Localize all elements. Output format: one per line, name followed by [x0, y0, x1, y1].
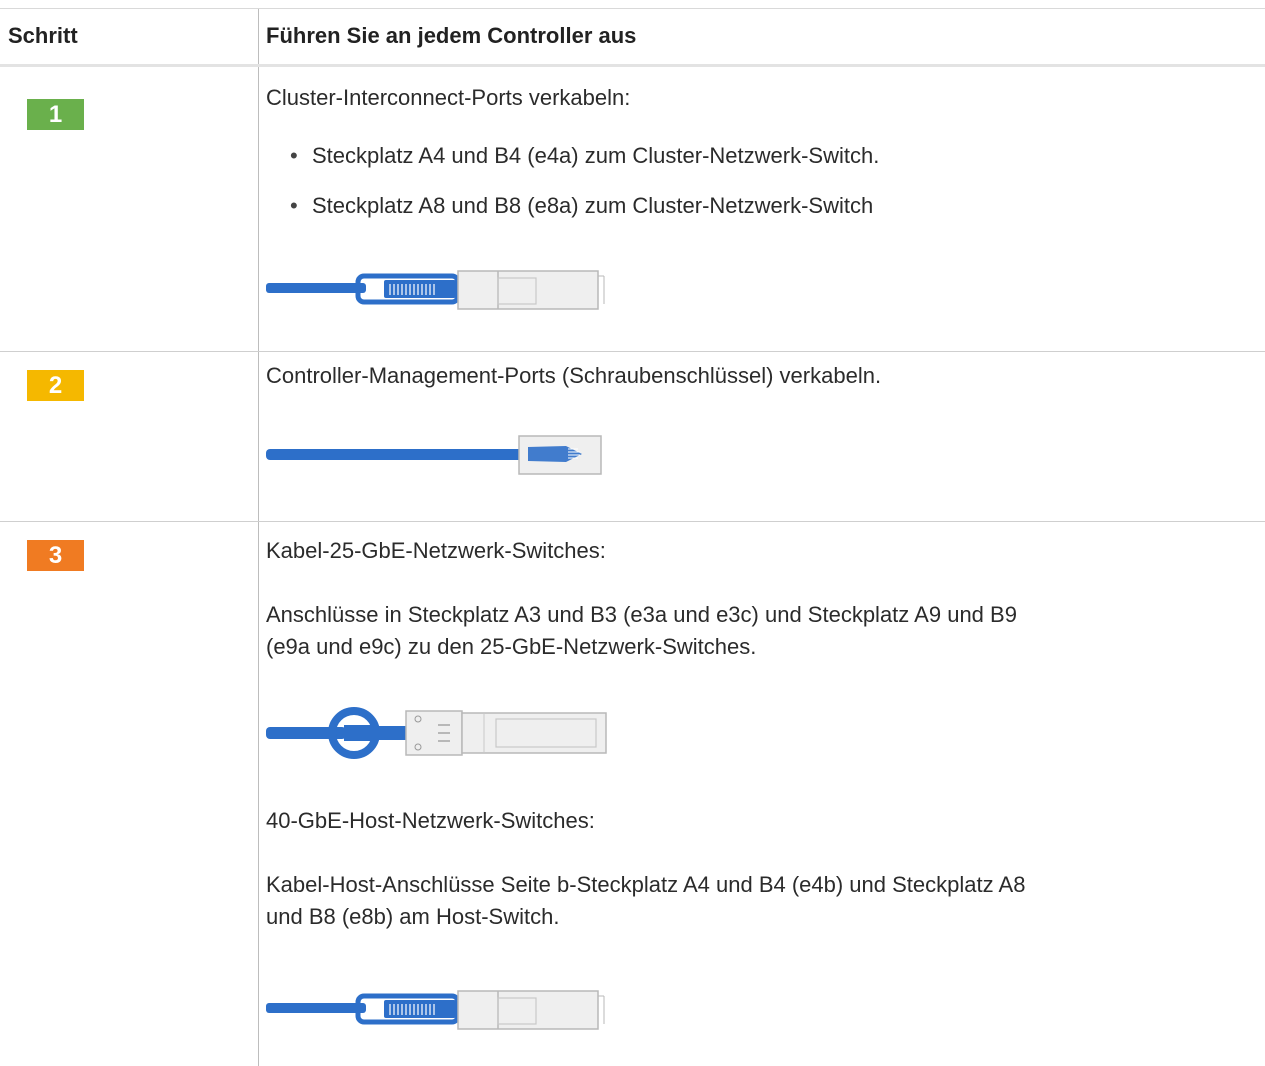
- row1-bullet-1-text: Steckplatz A4 und B4 (e4a) zum Cluster-N…: [312, 143, 880, 168]
- cabling-table: Schritt Führen Sie an jedem Controller a…: [0, 8, 1265, 1066]
- header-step: Schritt: [8, 23, 78, 48]
- row1-bullet-1: • Steckplatz A4 und B4 (e4a) zum Cluster-…: [290, 143, 880, 168]
- row-divider-1: [0, 351, 1265, 352]
- row3-para1-line2: (e9a und e9c) zu den 25-GbE-Netzwerk-Swi…: [266, 634, 757, 659]
- row3-para2-line1: Kabel-Host-Anschlüsse Seite b-Steckplatz…: [266, 872, 1026, 897]
- qsfp-cable-icon: [266, 270, 605, 310]
- step-badge-2: 2: [27, 370, 84, 401]
- header-divider: [0, 64, 1265, 67]
- table-header: Schritt Führen Sie an jedem Controller a…: [0, 9, 1265, 63]
- row3-title: Kabel-25-GbE-Netzwerk-Switches:: [266, 538, 606, 563]
- row3-subtitle: 40-GbE-Host-Netzwerk-Switches:: [266, 808, 595, 833]
- qsfp-cable-icon-2: [266, 990, 605, 1030]
- header-action: Führen Sie an jedem Controller aus: [266, 23, 637, 48]
- step-badge-1: 1: [27, 99, 84, 130]
- rj45-cable-icon: [266, 435, 602, 475]
- column-divider: [258, 9, 259, 1066]
- row2-title: Controller-Management-Ports (Schraubensc…: [266, 363, 882, 388]
- row1-bullet-2-text: Steckplatz A8 und B8 (e8a) zum Cluster-N…: [312, 193, 874, 218]
- row3-para2-line2: und B8 (e8b) am Host-Switch.: [266, 904, 560, 929]
- sfp28-cable-icon: [266, 707, 607, 759]
- row1-title: Cluster-Interconnect-Ports verkabeln:: [266, 85, 631, 110]
- row-divider-2: [0, 521, 1265, 522]
- row1-bullet-2: • Steckplatz A8 und B8 (e8a) zum Cluster-…: [290, 193, 874, 218]
- step-badge-3: 3: [27, 540, 84, 571]
- row3-para1-line1: Anschlüsse in Steckplatz A3 und B3 (e3a …: [266, 602, 1017, 627]
